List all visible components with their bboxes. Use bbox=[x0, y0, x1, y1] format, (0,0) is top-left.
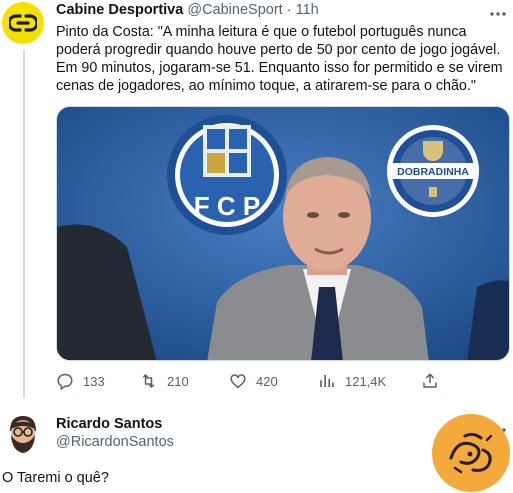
dobradinha-badge: DOBRADINHA bbox=[387, 125, 479, 217]
badge-text: DOBRADINHA bbox=[397, 166, 469, 178]
tweet-photo[interactable]: F C P DOBRADINHA bbox=[56, 106, 510, 361]
share-button[interactable] bbox=[421, 372, 439, 390]
views-icon bbox=[320, 375, 334, 387]
watermark-logo bbox=[432, 414, 510, 492]
tweet-actions: 133 210 420 121,4K bbox=[56, 372, 456, 392]
views-count: 121,4K bbox=[345, 373, 387, 389]
retweet-count: 210 bbox=[167, 373, 189, 389]
retweet-icon bbox=[142, 374, 155, 388]
cabine-desportiva-avatar[interactable] bbox=[2, 2, 44, 44]
more-icon bbox=[490, 12, 506, 16]
ricardo-santos-avatar[interactable] bbox=[4, 413, 42, 455]
photo-image: F C P DOBRADINHA bbox=[57, 107, 509, 360]
author-handle[interactable]: @CabineSport bbox=[187, 2, 282, 18]
like-count: 420 bbox=[256, 373, 278, 389]
more-options-button[interactable] bbox=[489, 4, 507, 22]
author-name[interactable]: Cabine Desportiva bbox=[56, 2, 183, 18]
reply-author-handle[interactable]: @RicardonSantos bbox=[56, 434, 174, 450]
reply-author-name[interactable]: Ricardo Santos bbox=[56, 416, 162, 432]
heart-icon bbox=[230, 374, 246, 389]
calligraphy-logo-icon bbox=[449, 432, 493, 474]
reply-button[interactable]: 133 bbox=[56, 372, 105, 390]
views-button[interactable]: 121,4K bbox=[318, 372, 386, 390]
reply-count: 133 bbox=[83, 373, 105, 389]
tweet-text: Pinto da Costa: "A minha leitura é que o… bbox=[56, 24, 503, 94]
thread-connector-line bbox=[23, 50, 25, 398]
fc-porto-crest: F C P bbox=[167, 115, 287, 235]
time-separator: · bbox=[286, 2, 292, 18]
share-icon bbox=[423, 373, 437, 388]
retweet-button[interactable]: 210 bbox=[139, 372, 189, 390]
like-button[interactable]: 420 bbox=[229, 372, 278, 390]
tweet-time[interactable]: 11h bbox=[296, 2, 319, 18]
crest-letters: F C P bbox=[194, 191, 260, 221]
reply-text: O Taremi o quê? bbox=[2, 470, 109, 486]
bearded-avatar-icon bbox=[10, 416, 36, 453]
tweet-header: Cabine Desportiva @CabineSport · 11h bbox=[56, 2, 503, 20]
cabine-logo-icon bbox=[9, 14, 37, 32]
reply-icon bbox=[57, 373, 73, 390]
